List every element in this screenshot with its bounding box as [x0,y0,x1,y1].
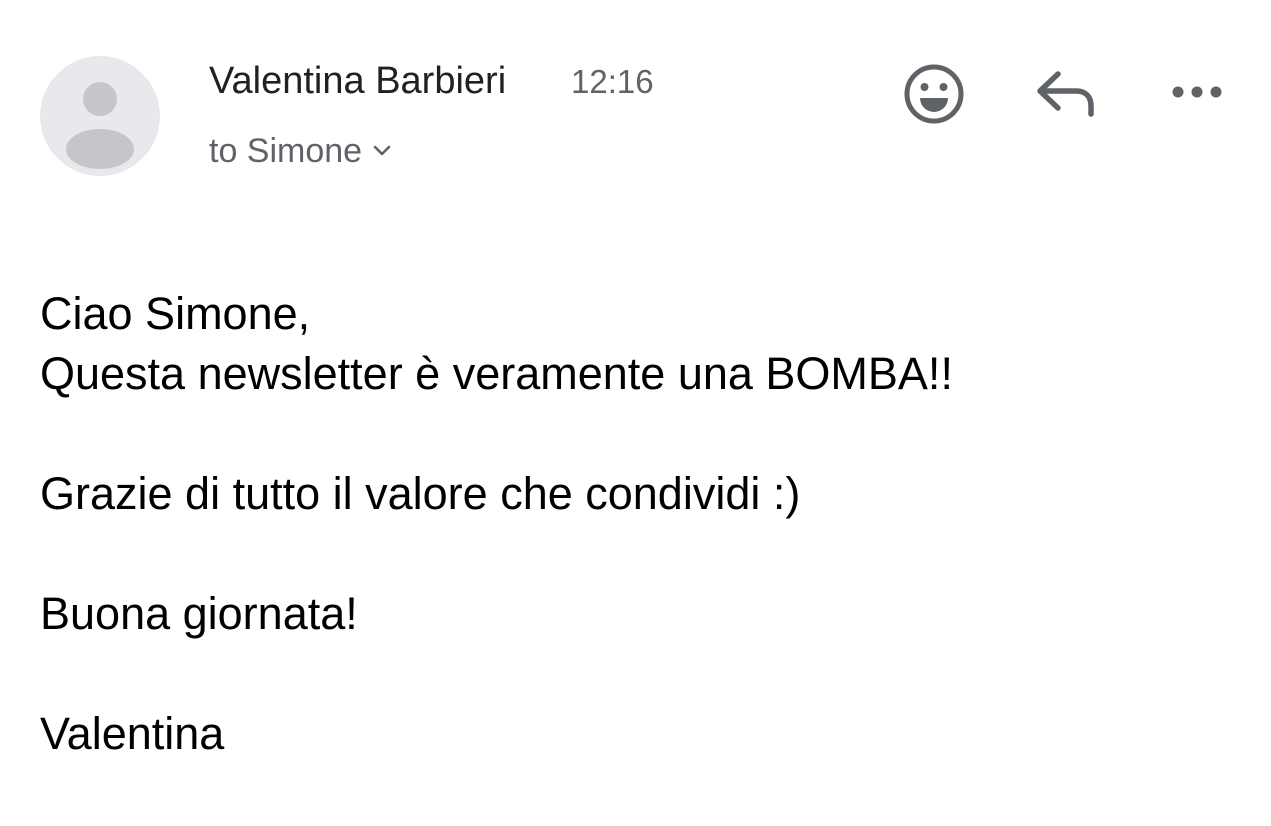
sender-name[interactable]: Valentina Barbieri [209,58,506,104]
more-horizontal-icon [1172,86,1222,98]
recipient-label: to Simone [209,132,363,170]
more-options-button[interactable] [1164,74,1230,110]
body-line: Questa newsletter è veramente una BOMBA!… [40,348,953,399]
body-greeting: Ciao Simone, [40,288,311,339]
chevron-down-icon [372,144,392,158]
message-header: Valentina Barbieri 12:16 to Simone [0,0,1271,200]
person-placeholder-icon [66,82,134,169]
body-signature: Valentina [40,708,225,759]
smiley-face-icon [904,64,964,124]
reply-arrow-icon [1037,71,1094,117]
sender-avatar[interactable] [40,56,160,176]
recipient-toggle[interactable]: to Simone [209,128,392,174]
body-line: Buona giornata! [40,588,358,639]
body-line: Grazie di tutto il valore che condividi … [40,468,801,519]
message-body: Ciao Simone, Questa newsletter è veramen… [40,284,1230,764]
reply-button[interactable] [1032,64,1100,124]
add-reaction-button[interactable] [900,60,968,128]
sent-time: 12:16 [571,63,654,100]
